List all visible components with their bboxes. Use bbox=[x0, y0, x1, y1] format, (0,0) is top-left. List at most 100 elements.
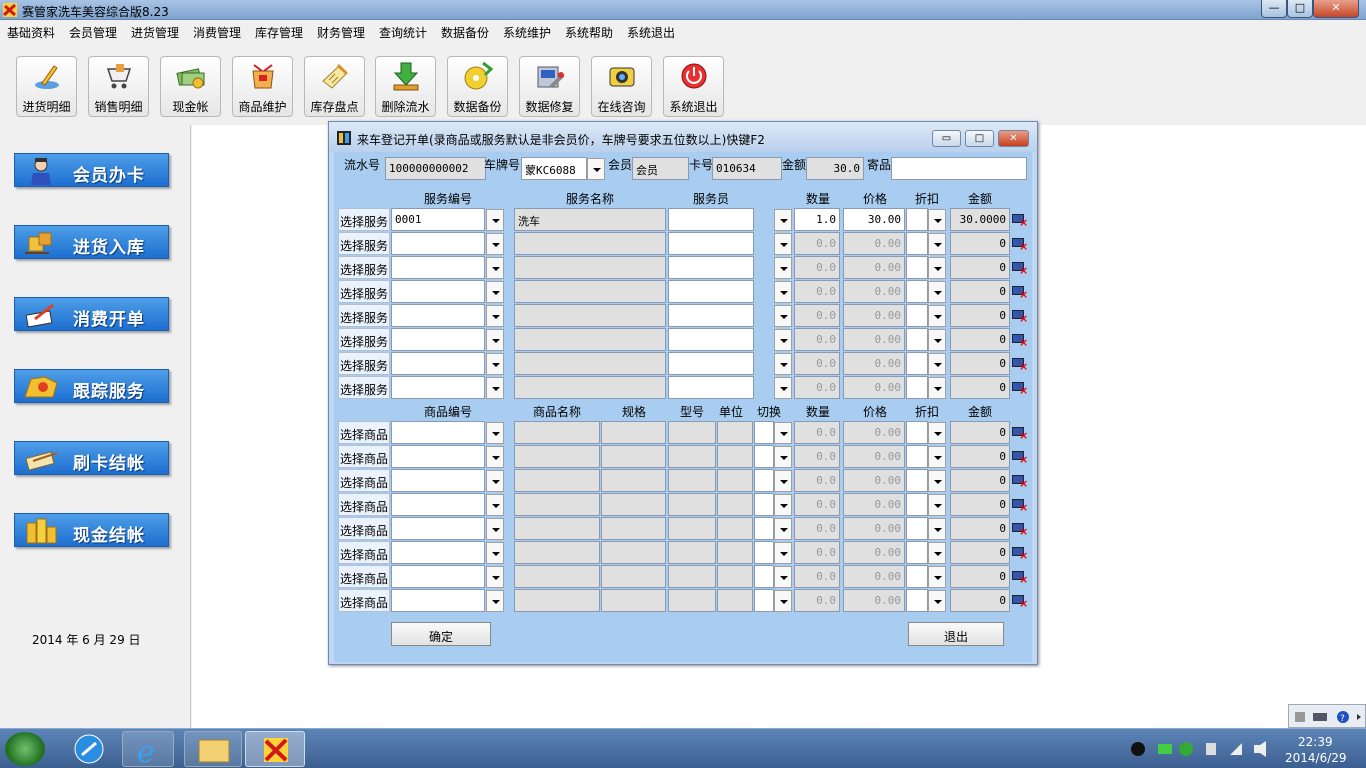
service-discount-dropdown[interactable] bbox=[928, 257, 946, 279]
service-discount-field[interactable] bbox=[906, 304, 928, 327]
goods-amount-field[interactable]: 0 bbox=[950, 517, 1010, 540]
goods-price-field[interactable]: 0.00 bbox=[843, 469, 905, 492]
service-code-field[interactable] bbox=[391, 328, 485, 351]
start-button[interactable] bbox=[5, 732, 45, 766]
menu-item[interactable]: 系统退出 bbox=[627, 24, 675, 41]
delete-row-icon[interactable]: × bbox=[1012, 284, 1028, 300]
goods-discount-field[interactable] bbox=[906, 469, 928, 492]
service-code-dropdown[interactable] bbox=[486, 329, 504, 351]
goods-switch-field[interactable] bbox=[754, 493, 774, 516]
goods-code-dropdown[interactable] bbox=[486, 518, 504, 540]
goods-name-field[interactable] bbox=[514, 493, 600, 516]
service-discount-dropdown[interactable] bbox=[928, 377, 946, 399]
service-staff-dropdown[interactable] bbox=[774, 329, 792, 351]
service-price-field[interactable]: 0.00 bbox=[843, 232, 905, 255]
service-code-field[interactable] bbox=[391, 232, 485, 255]
goods-price-field[interactable]: 0.00 bbox=[843, 421, 905, 444]
goods-discount-dropdown[interactable] bbox=[928, 542, 946, 564]
service-name-field[interactable] bbox=[514, 328, 666, 351]
service-discount-dropdown[interactable] bbox=[928, 353, 946, 375]
service-discount-field[interactable] bbox=[906, 256, 928, 279]
goods-model-field[interactable] bbox=[668, 541, 716, 564]
service-staff-field[interactable] bbox=[668, 328, 754, 351]
goods-spec-field[interactable] bbox=[601, 589, 666, 612]
delete-row-icon[interactable]: × bbox=[1012, 449, 1028, 465]
goods-name-field[interactable] bbox=[514, 541, 600, 564]
goods-amount-field[interactable]: 0 bbox=[950, 541, 1010, 564]
service-price-field[interactable]: 0.00 bbox=[843, 328, 905, 351]
service-qty-field[interactable]: 0.0 bbox=[794, 232, 840, 255]
select-service-button[interactable]: 选择服务 bbox=[338, 280, 390, 303]
goods-discount-dropdown[interactable] bbox=[928, 446, 946, 468]
service-staff-dropdown[interactable] bbox=[774, 233, 792, 255]
goods-spec-field[interactable] bbox=[601, 541, 666, 564]
service-qty-field[interactable]: 0.0 bbox=[794, 376, 840, 399]
goods-code-field[interactable] bbox=[391, 541, 485, 564]
toolbar-button-data-repair[interactable]: 数据修复 bbox=[519, 56, 580, 117]
service-staff-dropdown[interactable] bbox=[774, 377, 792, 399]
goods-switch-dropdown[interactable] bbox=[774, 518, 792, 540]
service-name-field[interactable] bbox=[514, 376, 666, 399]
dialog-maximize-button[interactable]: □ bbox=[965, 130, 994, 147]
goods-code-field[interactable] bbox=[391, 421, 485, 444]
goods-code-dropdown[interactable] bbox=[486, 494, 504, 516]
sidebar-button-stock-in[interactable]: 进货入库 bbox=[14, 225, 169, 259]
delete-row-icon[interactable]: × bbox=[1012, 593, 1028, 609]
goods-amount-field[interactable]: 0 bbox=[950, 421, 1010, 444]
goods-spec-field[interactable] bbox=[601, 421, 666, 444]
service-amount-field[interactable]: 0 bbox=[950, 304, 1010, 327]
menu-item[interactable]: 数据备份 bbox=[441, 24, 489, 41]
goods-switch-field[interactable] bbox=[754, 565, 774, 588]
exit-button[interactable]: 退出 bbox=[908, 622, 1004, 646]
goods-discount-dropdown[interactable] bbox=[928, 470, 946, 492]
service-code-field[interactable] bbox=[391, 280, 485, 303]
service-code-field[interactable]: 0001 bbox=[391, 208, 485, 231]
goods-model-field[interactable] bbox=[668, 469, 716, 492]
service-discount-dropdown[interactable] bbox=[928, 305, 946, 327]
dialog-close-button[interactable]: ✕ bbox=[998, 130, 1029, 147]
service-price-field[interactable]: 0.00 bbox=[843, 352, 905, 375]
goods-discount-dropdown[interactable] bbox=[928, 494, 946, 516]
delete-row-icon[interactable]: × bbox=[1012, 356, 1028, 372]
goods-price-field[interactable]: 0.00 bbox=[843, 517, 905, 540]
toolbar-button-cash-ledger[interactable]: 现金帐 bbox=[160, 56, 221, 117]
service-discount-field[interactable] bbox=[906, 376, 928, 399]
service-qty-field[interactable]: 0.0 bbox=[794, 328, 840, 351]
delete-row-icon[interactable]: × bbox=[1012, 497, 1028, 513]
goods-switch-field[interactable] bbox=[754, 541, 774, 564]
app-taskbar-icon[interactable] bbox=[245, 731, 305, 767]
goods-model-field[interactable] bbox=[668, 589, 716, 612]
goods-switch-field[interactable] bbox=[754, 589, 774, 612]
select-service-button[interactable]: 选择服务 bbox=[338, 208, 390, 231]
service-amount-field[interactable]: 0 bbox=[950, 232, 1010, 255]
toolbar-button-purchase-detail[interactable]: 进货明细 bbox=[16, 56, 77, 117]
service-staff-dropdown[interactable] bbox=[774, 305, 792, 327]
media-player-taskbar-icon[interactable] bbox=[66, 731, 112, 767]
maximize-button[interactable]: □ bbox=[1287, 0, 1313, 18]
goods-amount-field[interactable]: 0 bbox=[950, 589, 1010, 612]
goods-unit-field[interactable] bbox=[717, 445, 753, 468]
goods-discount-field[interactable] bbox=[906, 565, 928, 588]
serial-field[interactable]: 100000000002 bbox=[385, 157, 486, 180]
service-code-field[interactable] bbox=[391, 304, 485, 327]
clock-time[interactable]: 22:39 bbox=[1298, 735, 1333, 749]
service-amount-field[interactable]: 0 bbox=[950, 376, 1010, 399]
goods-switch-dropdown[interactable] bbox=[774, 494, 792, 516]
plate-field[interactable]: 蒙KC6088 bbox=[521, 157, 587, 180]
goods-qty-field[interactable]: 0.0 bbox=[794, 469, 840, 492]
delete-row-icon[interactable]: × bbox=[1012, 521, 1028, 537]
toolbar-button-data-backup[interactable]: 数据备份 bbox=[447, 56, 508, 117]
select-service-button[interactable]: 选择服务 bbox=[338, 232, 390, 255]
select-goods-button[interactable]: 选择商品 bbox=[338, 493, 390, 516]
goods-unit-field[interactable] bbox=[717, 469, 753, 492]
goods-qty-field[interactable]: 0.0 bbox=[794, 493, 840, 516]
service-staff-dropdown[interactable] bbox=[774, 281, 792, 303]
service-price-field[interactable]: 0.00 bbox=[843, 376, 905, 399]
goods-discount-field[interactable] bbox=[906, 493, 928, 516]
amount-field[interactable]: 30.0 bbox=[806, 157, 864, 180]
service-discount-field[interactable] bbox=[906, 232, 928, 255]
goods-discount-dropdown[interactable] bbox=[928, 566, 946, 588]
goods-unit-field[interactable] bbox=[717, 565, 753, 588]
delete-row-icon[interactable]: × bbox=[1012, 308, 1028, 324]
goods-qty-field[interactable]: 0.0 bbox=[794, 565, 840, 588]
